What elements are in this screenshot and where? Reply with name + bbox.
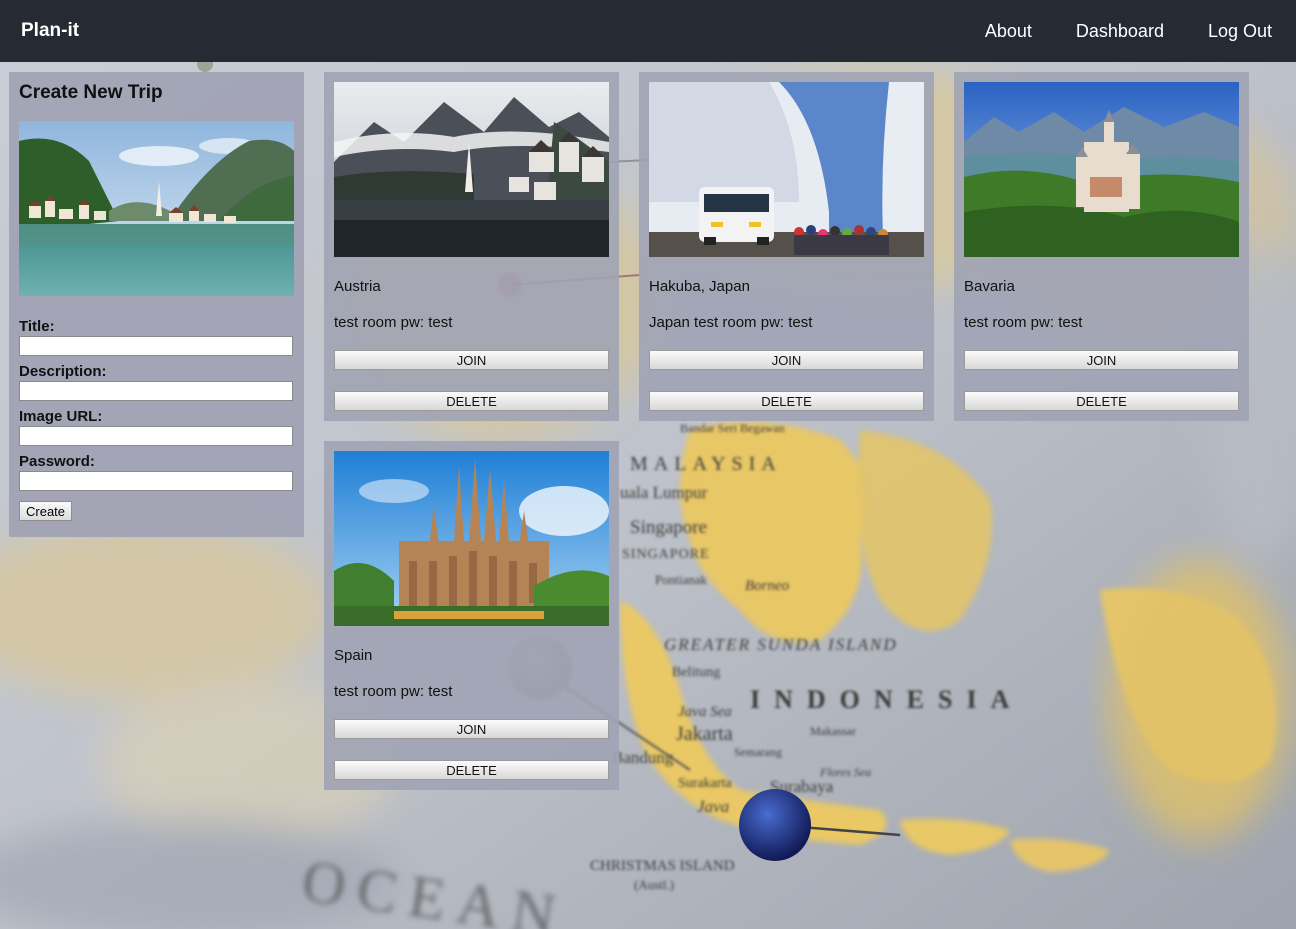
create-trip-image [19,121,294,296]
trip-image-hakuba [649,82,924,257]
join-button[interactable]: JOIN [334,350,609,370]
join-button[interactable]: JOIN [964,350,1239,370]
join-button[interactable]: JOIN [649,350,924,370]
trip-card-bavaria: Bavaria test room pw: test JOIN DELETE [954,72,1249,421]
delete-button[interactable]: DELETE [964,391,1239,411]
svg-text:GREATER SUNDA ISLAND: GREATER SUNDA ISLAND [664,635,898,654]
svg-text:Java: Java [697,797,729,816]
svg-text:Pontianak: Pontianak [655,572,707,587]
svg-text:Semarang: Semarang [734,745,782,759]
create-trip-panel: Create New Trip Title: Description: Imag… [9,72,304,537]
svg-text:Flores Sea: Flores Sea [819,765,871,779]
trip-description: test room pw: test [334,314,453,331]
image-url-input[interactable] [19,426,293,446]
create-button[interactable]: Create [19,501,73,521]
trip-image-spain [334,451,609,626]
svg-text:Borneo: Borneo [745,578,790,594]
svg-text:Bandar Seri Begawan: Bandar Seri Begawan [680,421,785,435]
delete-button[interactable]: DELETE [334,391,609,411]
title-input[interactable] [19,336,293,356]
svg-text:Jakarta: Jakarta [676,723,733,745]
trip-description: test room pw: test [334,683,453,700]
title-label: Title: [19,318,55,335]
svg-text:(Austl.): (Austl.) [634,877,674,892]
trip-card-hakuba: Hakuba, Japan Japan test room pw: test J… [639,72,934,421]
svg-text:Singapore: Singapore [630,517,707,538]
nav-logout-link[interactable]: Log Out [1208,21,1272,42]
trip-title: Bavaria [964,278,1015,295]
trip-title: Austria [334,278,381,295]
description-input[interactable] [19,381,293,401]
description-label: Description: [19,363,107,380]
create-trip-heading: Create New Trip [19,82,163,103]
password-input[interactable] [19,471,293,491]
svg-text:uala Lumpur: uala Lumpur [620,483,708,502]
trip-description: test room pw: test [964,314,1083,331]
svg-text:Java Sea: Java Sea [678,704,732,720]
svg-text:Surakarta: Surakarta [678,776,732,791]
image-url-label: Image URL: [19,408,103,425]
delete-button[interactable]: DELETE [649,391,924,411]
nav-dashboard-link[interactable]: Dashboard [1076,21,1164,42]
svg-text:CHRISTMAS ISLAND: CHRISTMAS ISLAND [590,858,735,874]
svg-text:SINGAPORE: SINGAPORE [622,547,710,562]
trip-card-austria: Austria test room pw: test JOIN DELETE [324,72,619,421]
nav-links: About Dashboard Log Out [985,21,1272,42]
trip-title: Spain [334,647,373,664]
svg-text:Makassar: Makassar [810,724,856,738]
join-button[interactable]: JOIN [334,719,609,739]
navbar: Plan-it About Dashboard Log Out [0,0,1296,62]
trip-image-bavaria [964,82,1239,257]
trip-image-austria [334,82,609,257]
delete-button[interactable]: DELETE [334,760,609,780]
trip-description: Japan test room pw: test [649,314,813,331]
svg-text:Bandung: Bandung [612,748,674,767]
trip-card-spain: Spain test room pw: test JOIN DELETE [324,441,619,790]
svg-text:Belitung: Belitung [672,665,720,680]
nav-about-link[interactable]: About [985,21,1032,42]
svg-text:INDONESIA: INDONESIA [750,685,1023,714]
brand-logo[interactable]: Plan-it [21,20,79,42]
svg-text:MALAYSIA: MALAYSIA [630,453,782,475]
password-label: Password: [19,453,95,470]
trip-title: Hakuba, Japan [649,278,750,295]
